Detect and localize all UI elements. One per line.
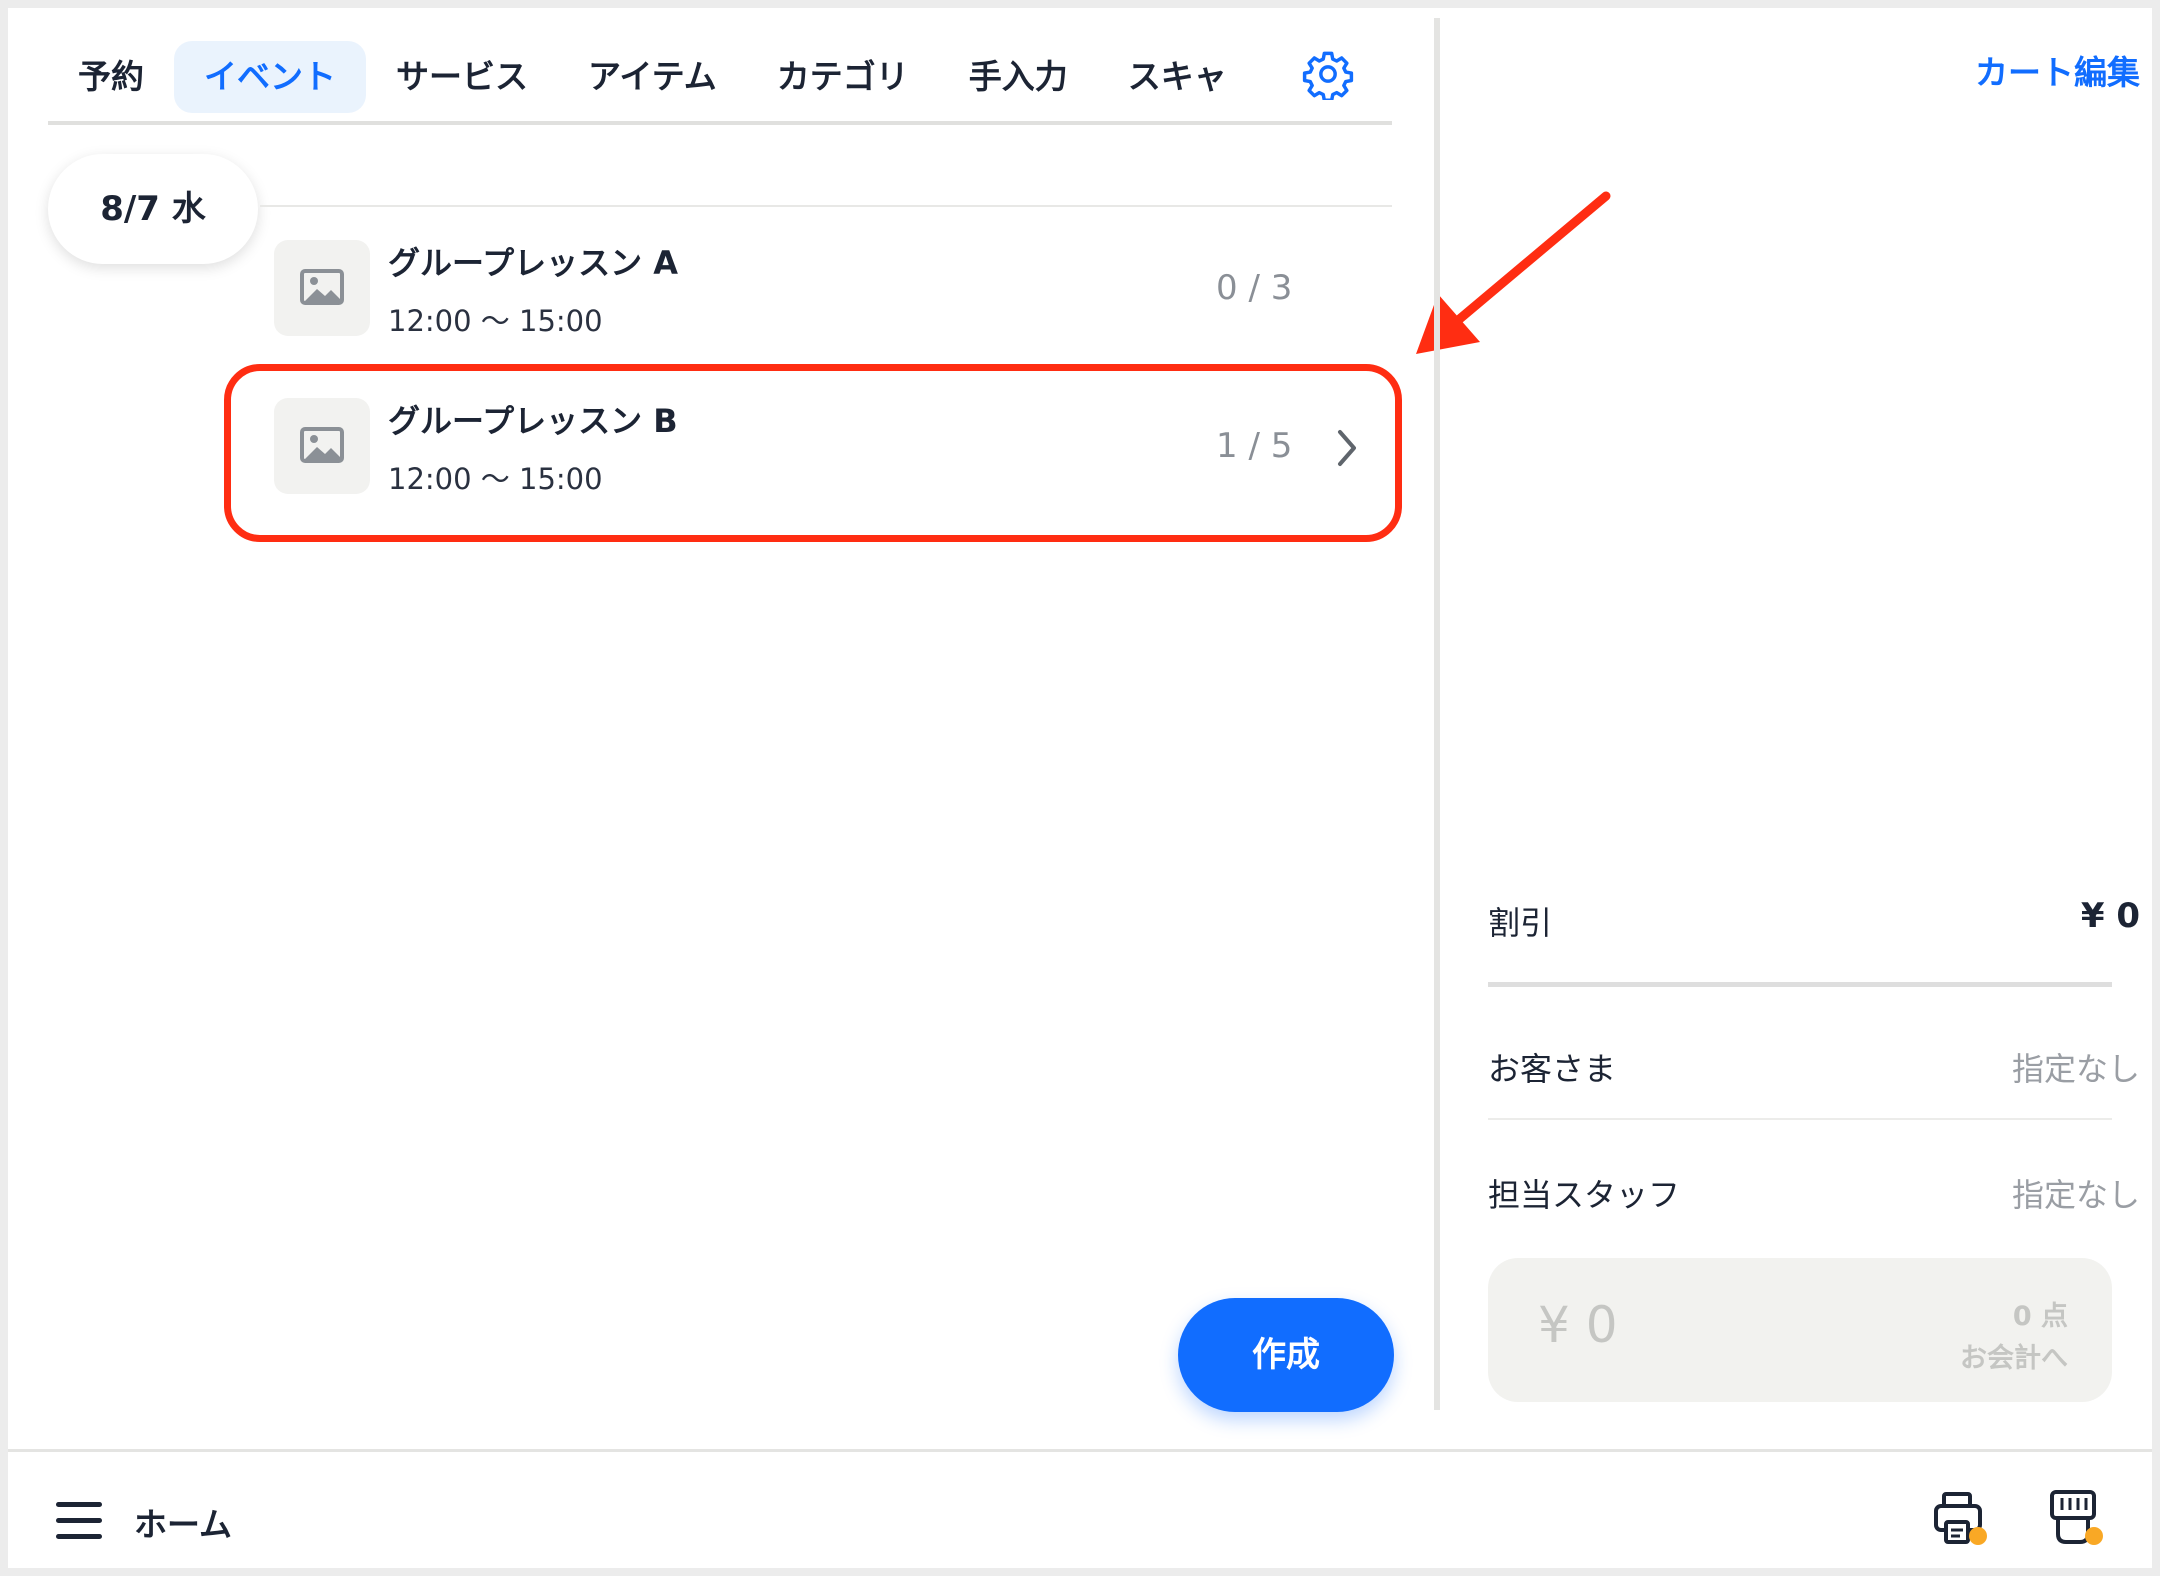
event-capacity: 0 / 3 bbox=[1216, 268, 1293, 308]
bottom-bar-divider bbox=[8, 1449, 2152, 1452]
tab-scan[interactable]: スキャ bbox=[1098, 41, 1257, 113]
tab-items[interactable]: アイテム bbox=[558, 41, 747, 113]
event-thumbnail bbox=[274, 240, 370, 336]
image-placeholder-icon bbox=[300, 269, 344, 305]
cart-divider bbox=[1488, 1118, 2112, 1120]
tab-events[interactable]: イベント bbox=[174, 41, 366, 113]
pane-divider bbox=[1434, 18, 1440, 1410]
customer-value[interactable]: 指定なし bbox=[2012, 1044, 2140, 1090]
tab-reservations[interactable]: 予約 bbox=[48, 41, 174, 113]
create-button[interactable]: 作成 bbox=[1178, 1298, 1394, 1412]
hamburger-menu-icon[interactable] bbox=[56, 1500, 102, 1542]
gear-icon[interactable] bbox=[1302, 48, 1354, 100]
event-time: 12:00 〜 15:00 bbox=[388, 304, 603, 338]
staff-value[interactable]: 指定なし bbox=[2012, 1170, 2140, 1216]
staff-label[interactable]: 担当スタッフ bbox=[1488, 1170, 1680, 1216]
checkout-amount: ¥ 0 bbox=[1538, 1296, 1618, 1354]
customer-label[interactable]: お客さま bbox=[1488, 1044, 1616, 1090]
tab-manual-entry[interactable]: 手入力 bbox=[939, 41, 1098, 113]
category-tabs: 予約 イベント サービス アイテム カテゴリ 手入力 スキャ bbox=[48, 34, 1392, 120]
tab-services[interactable]: サービス bbox=[366, 41, 558, 113]
arrow-annotation-icon bbox=[1416, 191, 1611, 354]
cart-edit-link[interactable]: カート編集 bbox=[1975, 46, 2140, 94]
event-row-a[interactable]: グループレッスン A 12:00 〜 15:00 0 / 3 bbox=[274, 240, 1374, 350]
checkout-item-count: 0 点 bbox=[2012, 1301, 2068, 1332]
discount-value: ¥ 0 bbox=[2080, 896, 2140, 936]
app-frame: 予約 イベント サービス アイテム カテゴリ 手入力 スキャ 8/7 水 グルー… bbox=[8, 8, 2152, 1568]
tabs-divider bbox=[48, 121, 1392, 125]
tab-categories[interactable]: カテゴリ bbox=[747, 41, 939, 113]
receipt-printer-icon[interactable] bbox=[1932, 1490, 1988, 1546]
list-divider bbox=[260, 205, 1392, 207]
event-name: グループレッスン A bbox=[388, 244, 678, 282]
date-pill[interactable]: 8/7 水 bbox=[48, 154, 258, 264]
checkout-button[interactable]: ¥ 0 0 点 お会計へ bbox=[1488, 1258, 2112, 1402]
home-label[interactable]: ホーム bbox=[134, 1498, 232, 1546]
checkout-label: お会計へ bbox=[1960, 1343, 2068, 1374]
highlight-annotation bbox=[224, 364, 1402, 542]
cart-divider bbox=[1488, 982, 2112, 987]
card-terminal-icon[interactable] bbox=[2048, 1488, 2106, 1548]
discount-label[interactable]: 割引 bbox=[1488, 898, 1552, 944]
